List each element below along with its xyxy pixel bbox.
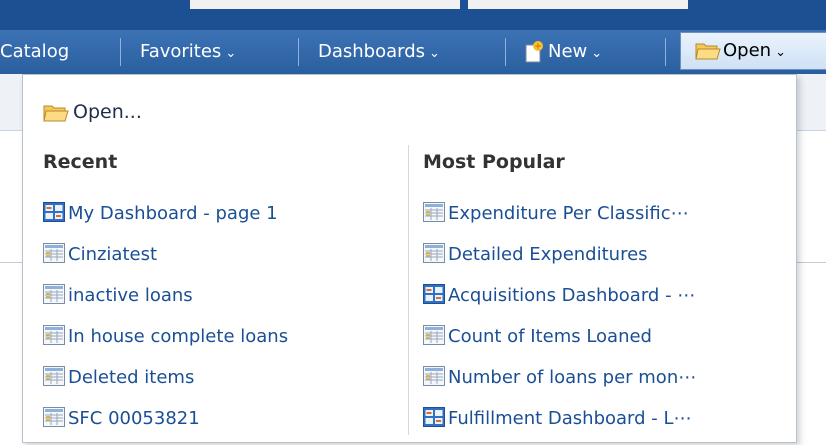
chevron-down-icon: ⌄ (775, 45, 786, 60)
dashboard-icon (43, 202, 68, 224)
popular-item-label: Count of Items Loaned (448, 326, 652, 347)
recent-item-label: inactive loans (68, 285, 193, 306)
most-popular-heading: Most Popular (423, 151, 565, 173)
nav-divider (665, 38, 666, 66)
nav-divider (505, 38, 506, 66)
header-field (190, 0, 460, 9)
nav-catalog[interactable]: Catalog (0, 30, 69, 74)
chevron-down-icon: ⌄ (591, 46, 603, 61)
nav-favorites[interactable]: Favorites ⌄ (140, 30, 236, 74)
popular-item-label: Detailed Expenditures (448, 244, 648, 265)
most-popular-list: Expenditure Per Classific⋯ Detailed Expe… (423, 199, 783, 445)
popular-item-label: Fulfillment Dashboard - L⋯ (448, 408, 692, 429)
nav-divider (120, 38, 121, 66)
nav-new-label: New (548, 41, 588, 62)
dashboard-icon (423, 284, 448, 306)
popular-item[interactable]: Acquisitions Dashboard - ⋯ (423, 281, 783, 322)
report-icon (423, 202, 448, 224)
recent-item[interactable]: Cinziatest (43, 240, 398, 281)
recent-item[interactable]: Deleted items (43, 363, 398, 404)
recent-heading: Recent (43, 151, 118, 173)
popular-item[interactable]: Detailed Expenditures (423, 240, 783, 281)
report-icon (43, 325, 68, 347)
report-icon (43, 284, 68, 306)
header-field (468, 0, 688, 9)
report-icon (423, 325, 448, 347)
open-dropdown-menu: Open... Recent Most Popular My Dashboard… (22, 74, 797, 443)
report-icon (43, 407, 68, 429)
nav-divider (298, 38, 299, 66)
nav-favorites-label: Favorites (140, 41, 222, 62)
recent-item-label: In house complete loans (68, 326, 289, 347)
recent-item[interactable]: My Dashboard - page 1 (43, 199, 398, 240)
nav-catalog-label: Catalog (0, 41, 70, 62)
top-header (0, 0, 826, 30)
folder-icon (695, 43, 721, 60)
recent-item-label: My Dashboard - page 1 (68, 203, 278, 224)
nav-open-button[interactable]: Open ⌄ (680, 32, 826, 70)
new-document-icon (525, 41, 543, 63)
dashboard-icon (423, 407, 448, 429)
report-icon (43, 243, 68, 265)
chevron-down-icon: ⌄ (225, 46, 237, 61)
nav-dashboards[interactable]: Dashboards ⌄ (318, 30, 440, 74)
popular-item-label: Acquisitions Dashboard - ⋯ (448, 285, 696, 306)
folder-icon (43, 105, 69, 121)
popular-item[interactable]: Fulfillment Dashboard - L⋯ (423, 404, 783, 445)
popular-item[interactable]: Expenditure Per Classific⋯ (423, 199, 783, 240)
chevron-down-icon: ⌄ (429, 46, 440, 61)
report-icon (423, 366, 448, 388)
nav-dashboards-label: Dashboards (318, 41, 426, 62)
column-divider (408, 145, 409, 435)
recent-item-label: Deleted items (68, 367, 195, 388)
recent-item[interactable]: In house complete loans (43, 322, 398, 363)
open-menu-item-label: Open... (73, 101, 142, 123)
recent-item[interactable]: inactive loans (43, 281, 398, 322)
report-icon (423, 243, 448, 265)
open-menu-item[interactable]: Open... (43, 97, 142, 127)
report-icon (43, 366, 68, 388)
nav-new[interactable]: New ⌄ (524, 30, 602, 74)
recent-item-label: SFC 00053821 (68, 408, 200, 429)
popular-item[interactable]: Count of Items Loaned (423, 322, 783, 363)
recent-item[interactable]: SFC 00053821 (43, 404, 398, 445)
nav-open-label: Open (723, 40, 772, 61)
popular-item-label: Number of loans per mon⋯ (448, 367, 697, 388)
popular-item[interactable]: Number of loans per mon⋯ (423, 363, 783, 404)
recent-item-label: Cinziatest (68, 244, 158, 265)
popular-item-label: Expenditure Per Classific⋯ (448, 203, 689, 224)
recent-list: My Dashboard - page 1 Cinziatest inactiv… (43, 199, 398, 445)
